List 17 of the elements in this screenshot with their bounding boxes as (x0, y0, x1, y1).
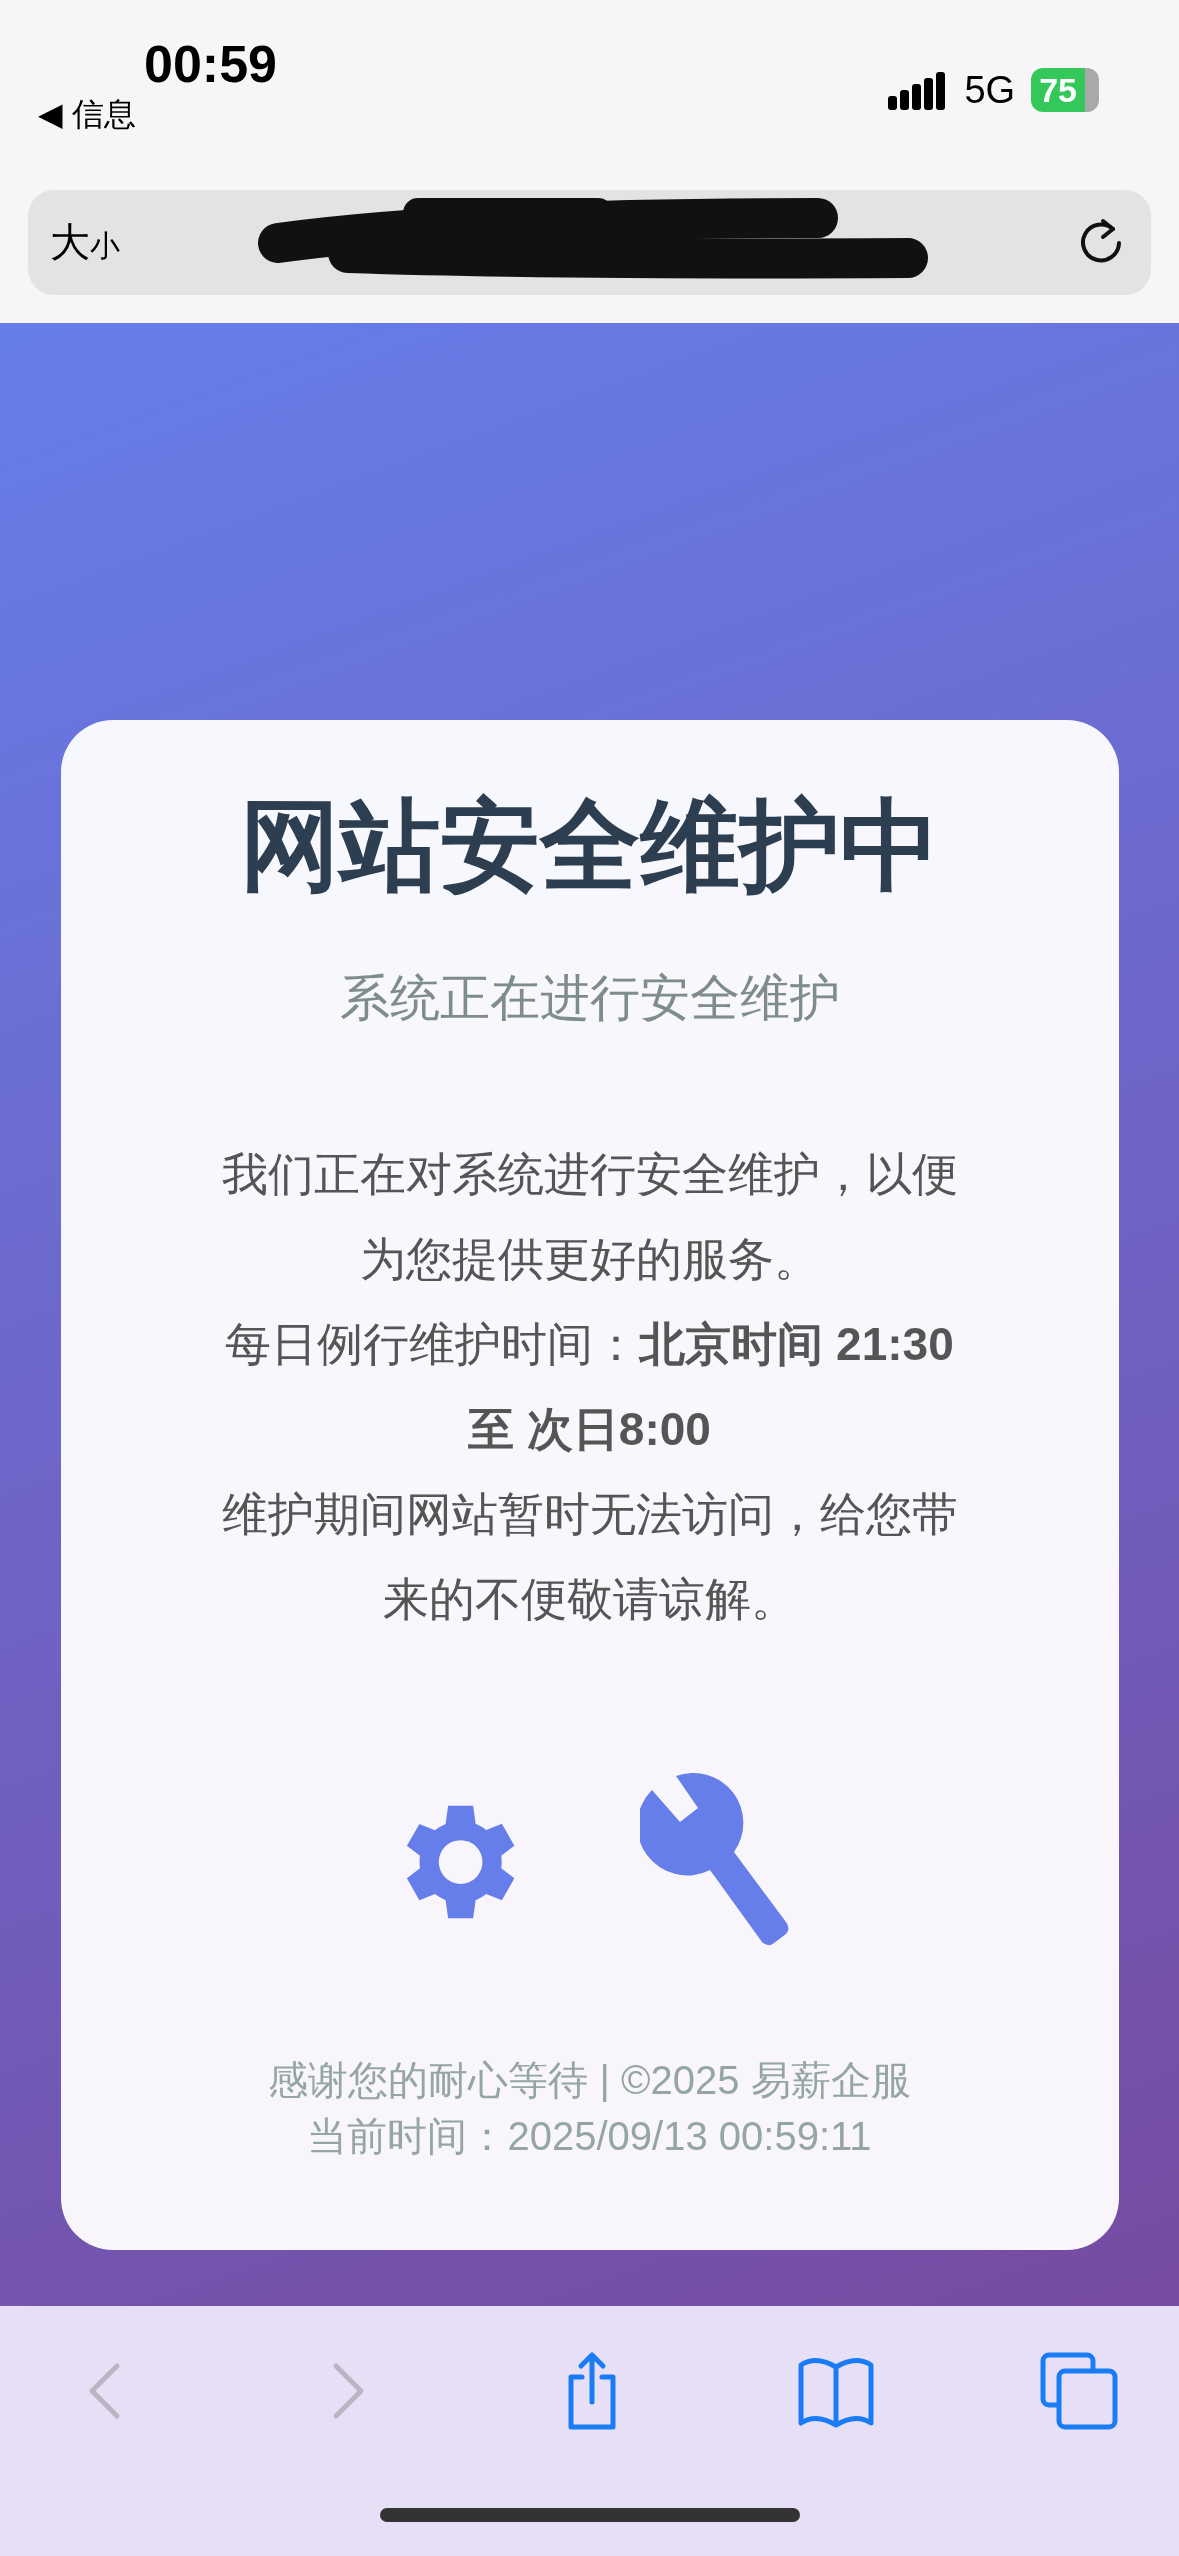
footer-text: 感谢您的耐心等待 | ©2025 易薪企服 (268, 2056, 911, 2104)
address-bar[interactable]: 大小 (28, 190, 1151, 295)
tabs-icon (1039, 2351, 1119, 2431)
page-title: 网站安全维护中 (239, 787, 940, 903)
notice-paragraph: 维护期间网站暂时无法访问，给您带来的不便敬请谅解。 (220, 1486, 959, 1627)
battery-level: 75 (1031, 68, 1099, 112)
notice-paragraph: 我们正在对系统进行安全维护，以便为您提供更好的服务。 (220, 1146, 959, 1287)
back-to-app-link[interactable]: ◀ 信息 (38, 94, 277, 134)
notice-paragraph: 每日例行维护时间：北京时间 21:30 至 次日8:00 (224, 1316, 955, 1457)
text-size-button[interactable]: 大小 (50, 215, 120, 270)
subtitle: 系统正在进行安全维护 (339, 968, 840, 1028)
status-time: 00:59 (144, 34, 277, 94)
network-type: 5G (964, 68, 1016, 112)
footer-text: 当前时间：2025/09/13 00:59:11 (307, 2112, 872, 2160)
forward-icon (331, 2362, 366, 2420)
back-icon (88, 2362, 122, 2420)
share-icon (567, 2351, 617, 2431)
